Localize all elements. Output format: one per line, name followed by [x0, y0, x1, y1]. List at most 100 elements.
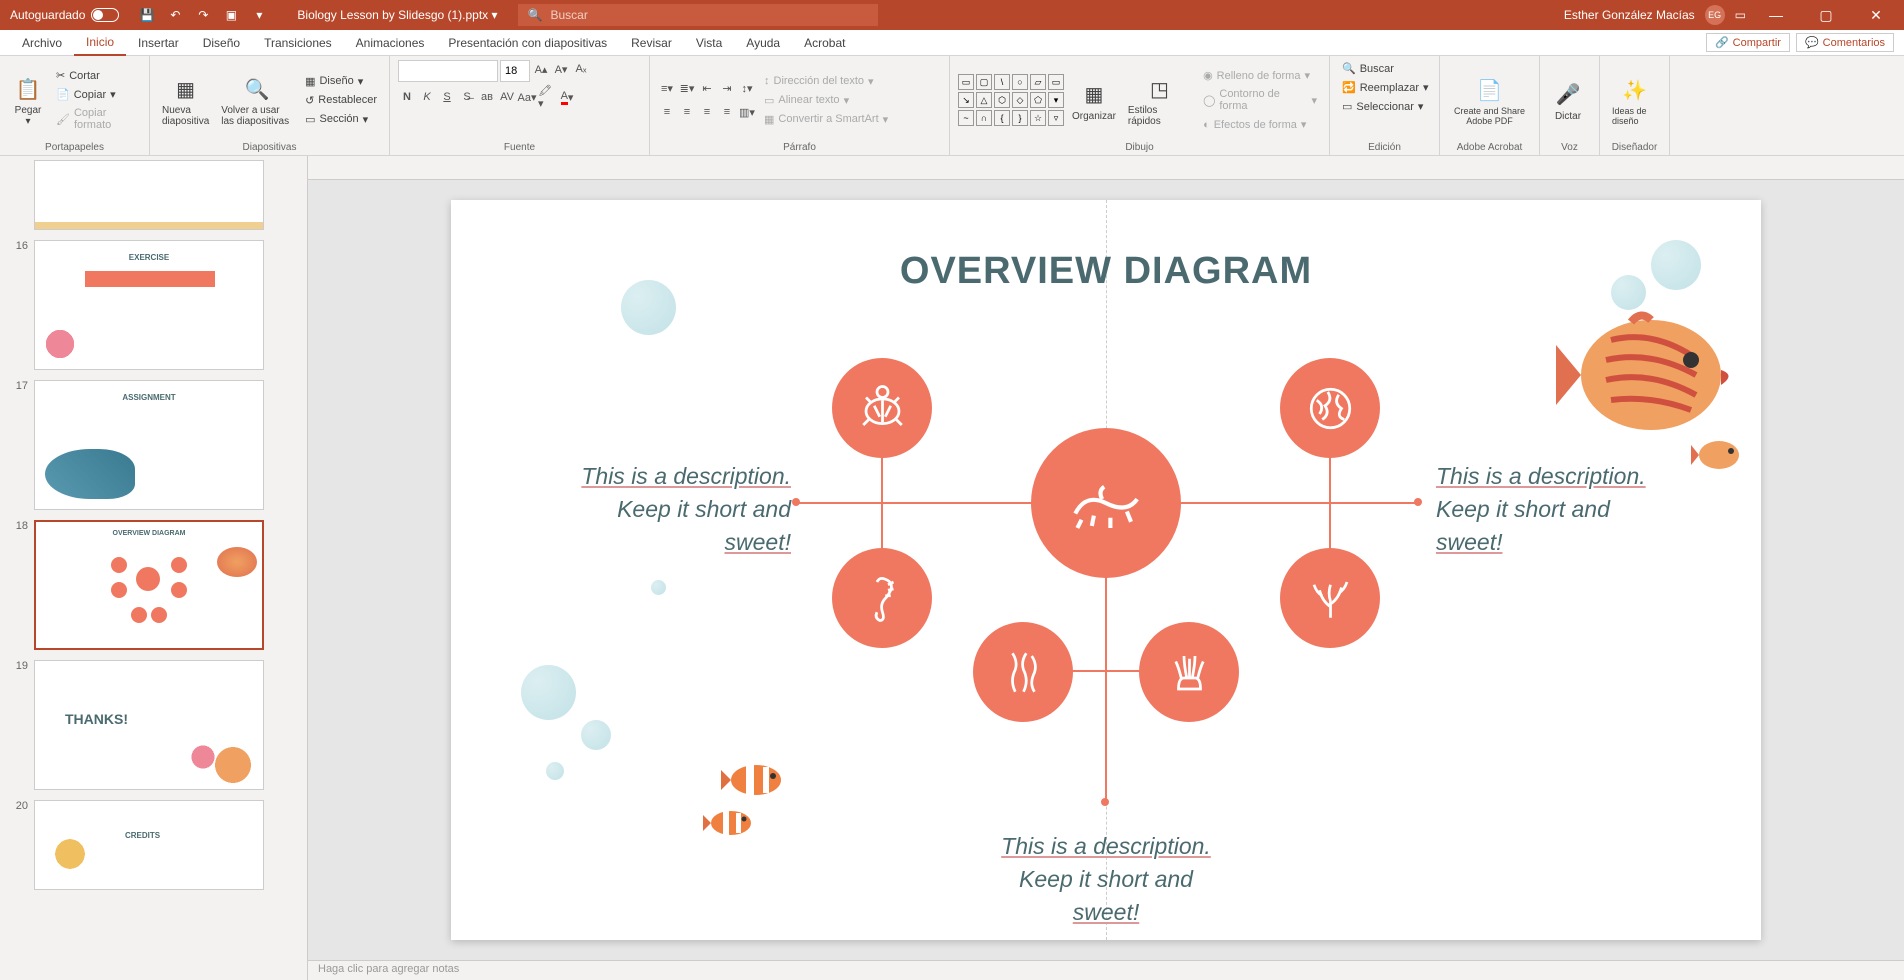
current-slide[interactable]: OVERVIEW DIAGRAM	[451, 200, 1761, 940]
spacing-icon[interactable]: AV	[498, 88, 516, 106]
indent-icon[interactable]: ⇥	[718, 79, 736, 97]
username-label: Esther González Macías	[1564, 8, 1695, 22]
slide-thumbnail-15[interactable]	[34, 160, 264, 230]
adobe-pdf-button[interactable]: 📄Create and Share Adobe PDF	[1448, 72, 1531, 128]
design-ideas-button[interactable]: ✨Ideas de diseño	[1608, 72, 1661, 128]
description-right[interactable]: This is a description. Keep it short and…	[1436, 460, 1676, 560]
bullets-icon[interactable]: ≡▾	[658, 79, 676, 97]
tab-presentacion[interactable]: Presentación con diapositivas	[436, 30, 619, 56]
section-button[interactable]: ▭ Sección ▾	[301, 111, 381, 128]
reset-button[interactable]: ↺ Restablecer	[301, 92, 381, 109]
user-avatar[interactable]: EG	[1705, 5, 1725, 25]
save-icon[interactable]: 💾	[139, 7, 155, 23]
share-button[interactable]: 🔗 Compartir	[1706, 33, 1790, 52]
arrange-button[interactable]: ▦Organizar	[1068, 77, 1120, 124]
tab-transiciones[interactable]: Transiciones	[252, 30, 344, 56]
bubble-deco	[621, 280, 676, 335]
ribbon: 📋Pegar▾ ✂ Cortar 📄 Copiar ▾ 🖌 Copiar for…	[0, 56, 1904, 156]
select-button[interactable]: ▭ Seleccionar ▾	[1338, 98, 1427, 115]
diagram-circle-seaweed[interactable]	[973, 622, 1073, 722]
format-painter-button[interactable]: 🖌 Copiar formato	[52, 105, 141, 133]
description-left[interactable]: This is a description. Keep it short and…	[551, 460, 791, 560]
diagram-circle-turtle[interactable]	[832, 358, 932, 458]
cut-button[interactable]: ✂ Cortar	[52, 67, 141, 84]
description-bottom[interactable]: This is a description. Keep it short and…	[981, 830, 1231, 930]
shape-effects-button[interactable]: ◐ Efectos de forma ▾	[1199, 116, 1321, 133]
find-button[interactable]: 🔍 Buscar	[1338, 60, 1398, 77]
reuse-slides-button[interactable]: 🔍Volver a usar las diapositivas	[217, 71, 297, 129]
strikethrough-icon[interactable]: S̶	[458, 88, 476, 106]
tab-inicio[interactable]: Inicio	[74, 30, 126, 56]
slide-thumbnail-20[interactable]: CREDITS	[34, 800, 264, 890]
columns-icon[interactable]: ▥▾	[738, 103, 756, 121]
justify-icon[interactable]: ≡	[718, 103, 736, 121]
tab-acrobat[interactable]: Acrobat	[792, 30, 857, 56]
font-family-combo[interactable]	[398, 60, 498, 82]
slide-title-text[interactable]: OVERVIEW DIAGRAM	[900, 250, 1312, 293]
slide-thumbnail-17[interactable]: ASSIGNMENT	[34, 380, 264, 510]
slideshow-icon[interactable]: ▣	[223, 7, 239, 23]
notes-placeholder[interactable]: Haga clic para agregar notas	[308, 960, 1904, 980]
line-spacing-icon[interactable]: ↕▾	[738, 79, 756, 97]
slide-canvas[interactable]: OVERVIEW DIAGRAM	[308, 180, 1904, 960]
shape-fill-button[interactable]: ◉ Relleno de forma ▾	[1199, 67, 1321, 84]
tab-animaciones[interactable]: Animaciones	[344, 30, 437, 56]
smartart-button[interactable]: ▦ Convertir a SmartArt ▾	[760, 111, 892, 128]
font-color-icon[interactable]: A▾	[558, 88, 576, 106]
ribbon-options-icon[interactable]: ▭	[1735, 8, 1746, 22]
tab-archivo[interactable]: Archivo	[10, 30, 74, 56]
align-center-icon[interactable]: ≡	[678, 103, 696, 121]
font-size-combo[interactable]: 18	[500, 60, 530, 82]
search-box[interactable]: 🔍 Buscar	[518, 4, 878, 26]
shrink-font-icon[interactable]: A▾	[552, 60, 570, 78]
align-text-button[interactable]: ▭ Alinear texto ▾	[760, 92, 892, 109]
redo-icon[interactable]: ↷	[195, 7, 211, 23]
slide-thumbnails-panel[interactable]: 16 EXERCISE 17 ASSIGNMENT 18 OVERVIEW DI…	[0, 156, 284, 980]
replace-button[interactable]: 🔁 Reemplazar ▾	[1338, 79, 1433, 96]
bold-icon[interactable]: N	[398, 88, 416, 106]
qat-dropdown-icon[interactable]: ▾	[251, 7, 267, 23]
quick-styles-button[interactable]: ◳Estilos rápidos	[1124, 71, 1195, 129]
numbering-icon[interactable]: ≣▾	[678, 79, 696, 97]
tab-vista[interactable]: Vista	[684, 30, 734, 56]
diagram-dot	[1414, 498, 1422, 506]
align-left-icon[interactable]: ≡	[658, 103, 676, 121]
group-paragraph-label: Párrafo	[658, 140, 941, 153]
shadow-icon[interactable]: aʙ	[478, 88, 496, 106]
maximize-button[interactable]: ▢	[1806, 0, 1846, 30]
outdent-icon[interactable]: ⇤	[698, 79, 716, 97]
clear-format-icon[interactable]: Aₓ	[572, 60, 590, 78]
diagram-circle-anemone[interactable]	[1139, 622, 1239, 722]
diagram-center-circle[interactable]	[1031, 428, 1181, 578]
shapes-gallery[interactable]: ▭▢\○▱▭ ↘△⬡◇⬠▾ ~∩{}☆▿	[958, 74, 1064, 126]
dictate-button[interactable]: 🎤Dictar	[1548, 77, 1588, 124]
autosave-toggle[interactable]: Autoguardado	[0, 8, 129, 22]
tab-diseno[interactable]: Diseño	[191, 30, 252, 56]
highlight-icon[interactable]: 🖍▾	[538, 88, 556, 106]
slide-thumbnail-19[interactable]: THANKS!	[34, 660, 264, 790]
slide-thumbnail-16[interactable]: EXERCISE	[34, 240, 264, 370]
grow-font-icon[interactable]: A▴	[532, 60, 550, 78]
diagram-circle-brain-coral[interactable]	[1280, 358, 1380, 458]
close-button[interactable]: ✕	[1856, 0, 1896, 30]
diagram-circle-coral[interactable]	[1280, 548, 1380, 648]
comments-button[interactable]: 💬 Comentarios	[1796, 33, 1894, 52]
new-slide-button[interactable]: ▦Nueva diapositiva	[158, 71, 213, 129]
undo-icon[interactable]: ↶	[167, 7, 183, 23]
minimize-button[interactable]: —	[1756, 0, 1796, 30]
paste-button[interactable]: 📋Pegar▾	[8, 71, 48, 129]
underline-icon[interactable]: S	[438, 88, 456, 106]
text-direction-button[interactable]: ↕ Dirección del texto ▾	[760, 73, 892, 90]
tab-revisar[interactable]: Revisar	[619, 30, 684, 56]
shape-outline-button[interactable]: ◯ Contorno de forma ▾	[1199, 86, 1321, 114]
italic-icon[interactable]: K	[418, 88, 436, 106]
tab-ayuda[interactable]: Ayuda	[734, 30, 792, 56]
document-title: Biology Lesson by Slidesgo (1).pptx ▾	[277, 8, 517, 22]
diagram-circle-seahorse[interactable]	[832, 548, 932, 648]
tab-insertar[interactable]: Insertar	[126, 30, 191, 56]
align-right-icon[interactable]: ≡	[698, 103, 716, 121]
case-icon[interactable]: Aa▾	[518, 88, 536, 106]
layout-button[interactable]: ▦ Diseño ▾	[301, 73, 381, 90]
copy-button[interactable]: 📄 Copiar ▾	[52, 86, 141, 103]
slide-thumbnail-18[interactable]: OVERVIEW DIAGRAM	[34, 520, 264, 650]
